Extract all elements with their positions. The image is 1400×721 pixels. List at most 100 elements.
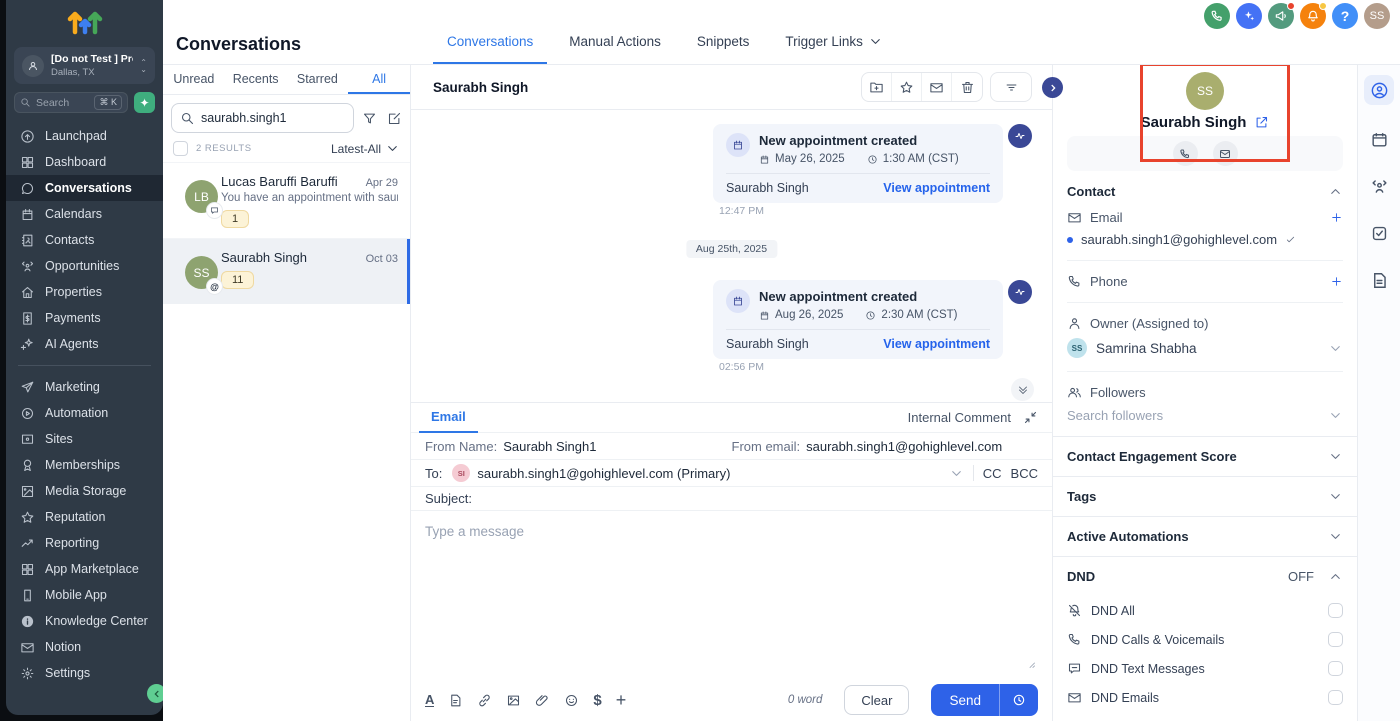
list-tab-recents[interactable]: Recents (225, 65, 287, 94)
chevron-up-icon[interactable] (1328, 184, 1343, 199)
sidebar-item-notion[interactable]: Notion (6, 634, 163, 660)
sidebar-item-reporting[interactable]: Reporting (6, 530, 163, 556)
tab-trigger-links[interactable]: Trigger Links (771, 0, 897, 64)
from-name-value[interactable]: Saurabh Singh1 (503, 439, 596, 454)
sidebar-item-memberships[interactable]: Memberships (6, 452, 163, 478)
list-tab-unread[interactable]: Unread (163, 65, 225, 94)
attachment-icon[interactable] (535, 693, 550, 708)
internal-comment-toggle[interactable]: Internal Comment (908, 410, 1011, 425)
chevron-down-icon[interactable] (1328, 408, 1343, 423)
clear-button[interactable]: Clear (844, 685, 910, 715)
thread-filter-button[interactable] (990, 72, 1032, 102)
dnd-all-checkbox[interactable] (1328, 603, 1343, 618)
sidebar-item-opportunities[interactable]: Opportunities (6, 253, 163, 279)
followers-search-input[interactable]: Search followers (1067, 408, 1328, 423)
sidebar-item-launchpad[interactable]: Launchpad (6, 123, 163, 149)
sidebar-item-settings[interactable]: Settings (6, 660, 163, 686)
sidebar-item-ai-agents[interactable]: AI Agents (6, 331, 163, 357)
select-all-checkbox[interactable] (173, 141, 188, 156)
payment-icon[interactable]: $ (593, 692, 601, 709)
resize-handle[interactable] (1026, 657, 1036, 672)
sidebar-item-contacts[interactable]: Contacts (6, 227, 163, 253)
view-appointment-link[interactable]: View appointment (883, 181, 990, 195)
tab-conversations[interactable]: Conversations (433, 0, 548, 64)
chevron-down-icon[interactable] (1328, 341, 1343, 356)
ai-assistant-button[interactable] (1236, 3, 1262, 29)
sidebar-search-input[interactable]: Search ⌘ K (14, 92, 128, 113)
cc-button[interactable]: CC (983, 466, 1002, 481)
dnd-texts-checkbox[interactable] (1328, 661, 1343, 676)
conversation-item-saurabh[interactable]: SS @ Saurabh Singh Oct 03 11 (163, 238, 410, 304)
sidebar-item-reputation[interactable]: Reputation (6, 504, 163, 530)
sidebar-item-knowledge-center[interactable]: Knowledge Center (6, 608, 163, 634)
sidebar-item-media-storage[interactable]: Media Storage (6, 478, 163, 504)
phone-button[interactable] (1204, 3, 1230, 29)
section-tags[interactable]: Tags (1053, 477, 1357, 516)
view-appointment-link[interactable]: View appointment (883, 337, 990, 351)
conversation-search-input[interactable] (201, 111, 345, 125)
workspace-switcher[interactable]: [Do not Test ] Produ... Dallas, TX ⌃⌄ (14, 47, 155, 84)
section-contact-engagement-score[interactable]: Contact Engagement Score (1053, 437, 1357, 476)
add-email-button[interactable] (1330, 211, 1343, 224)
sidebar-item-automation[interactable]: Automation (6, 400, 163, 426)
add-phone-button[interactable] (1330, 275, 1343, 288)
sidebar-item-sites[interactable]: Sites (6, 426, 163, 452)
message-input[interactable]: Type a message (411, 510, 1052, 678)
compose-icon[interactable] (387, 111, 402, 126)
list-tab-all[interactable]: All (348, 65, 410, 94)
announcements-button[interactable] (1268, 2, 1295, 29)
mark-unread-button[interactable] (922, 73, 952, 101)
sidebar-item-properties[interactable]: Properties (6, 279, 163, 305)
conversation-item-lucas[interactable]: LB Lucas Baruffi Baruffi Apr 29 You have … (163, 162, 410, 238)
bcc-button[interactable]: BCC (1011, 466, 1038, 481)
scroll-to-bottom-button[interactable] (1011, 378, 1034, 401)
notifications-button[interactable] (1300, 2, 1327, 29)
archive-folder-button[interactable] (862, 73, 892, 101)
dnd-emails-checkbox[interactable] (1328, 690, 1343, 705)
text-format-icon[interactable]: A (425, 693, 435, 707)
composer-tab-email[interactable]: Email (419, 403, 478, 433)
sidebar-item-calendars[interactable]: Calendars (6, 201, 163, 227)
send-button[interactable]: Send (931, 684, 1038, 716)
section-dnd[interactable]: DND OFF (1053, 557, 1357, 596)
section-active-automations[interactable]: Active Automations (1053, 517, 1357, 556)
tab-snippets[interactable]: Snippets (683, 0, 764, 64)
collapse-icon[interactable] (1023, 410, 1038, 425)
tab-manual-actions[interactable]: Manual Actions (555, 0, 675, 64)
user-avatar[interactable]: SS (1364, 3, 1390, 29)
sidebar-item-mobile-app[interactable]: Mobile App (6, 582, 163, 608)
sidebar-collapse-button[interactable] (147, 684, 163, 703)
link-icon[interactable] (477, 693, 492, 708)
star-button[interactable] (892, 73, 922, 101)
more-tools-icon[interactable]: + (616, 690, 627, 711)
email-contact-button[interactable] (1212, 141, 1238, 166)
image-icon[interactable] (506, 693, 521, 708)
from-email-value[interactable]: saurabh.singh1@gohighlevel.com (806, 439, 1002, 454)
chevron-down-icon[interactable] (949, 466, 964, 481)
opportunities-tab[interactable] (1370, 177, 1389, 199)
sidebar-item-marketing[interactable]: Marketing (6, 374, 163, 400)
sidebar-item-payments[interactable]: Payments (6, 305, 163, 331)
schedule-send-icon[interactable] (1000, 693, 1038, 707)
contact-details-tab[interactable] (1364, 75, 1394, 105)
help-button[interactable]: ? (1332, 3, 1358, 29)
call-contact-button[interactable] (1172, 141, 1198, 166)
to-value[interactable]: saurabh.singh1@gohighlevel.com (Primary) (477, 466, 730, 481)
emoji-icon[interactable] (564, 693, 579, 708)
appointments-tab[interactable] (1370, 130, 1389, 152)
sidebar-item-app-marketplace[interactable]: App Marketplace (6, 556, 163, 582)
template-icon[interactable] (448, 693, 463, 708)
sidebar-item-conversations[interactable]: Conversations (6, 175, 163, 201)
sort-dropdown[interactable]: Latest-All (331, 141, 400, 156)
notes-tab[interactable] (1370, 271, 1389, 293)
collapse-contact-panel-button[interactable] (1042, 77, 1063, 98)
external-link-icon[interactable] (1254, 115, 1269, 130)
filter-funnel-icon[interactable] (362, 111, 377, 126)
quick-actions-button[interactable]: ✦ (134, 92, 155, 113)
contact-email[interactable]: saurabh.singh1@gohighlevel.com (1081, 232, 1277, 247)
tasks-tab[interactable] (1370, 224, 1389, 246)
sidebar-item-dashboard[interactable]: Dashboard (6, 149, 163, 175)
dnd-calls-checkbox[interactable] (1328, 632, 1343, 647)
delete-button[interactable] (952, 73, 982, 101)
list-tab-starred[interactable]: Starred (287, 65, 349, 94)
